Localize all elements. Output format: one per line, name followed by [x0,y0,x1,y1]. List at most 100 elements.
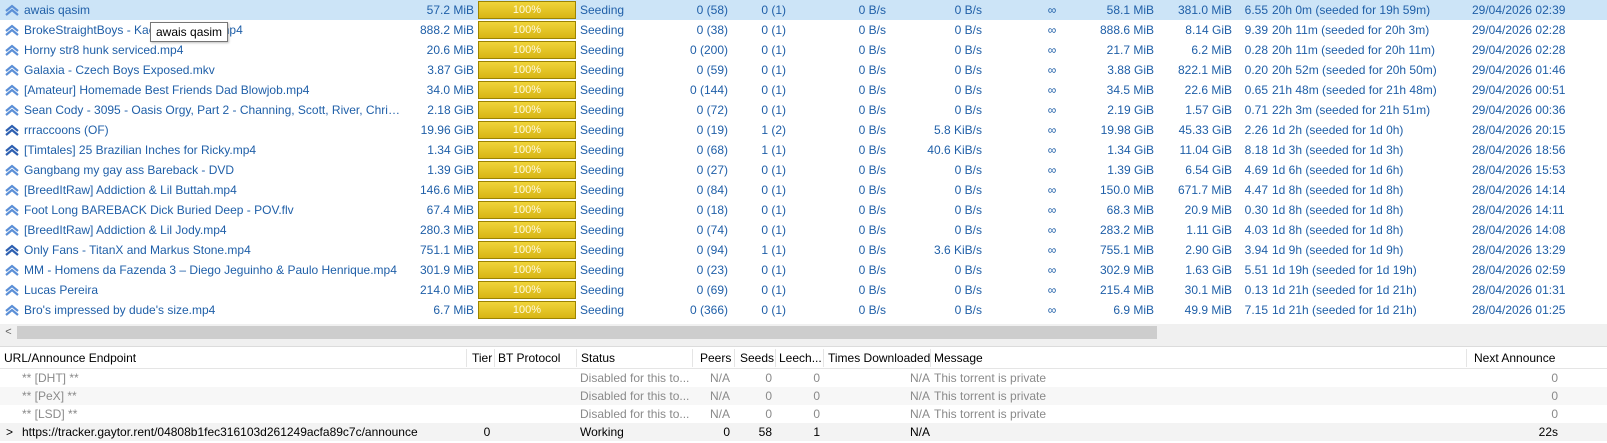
tracker-row[interactable]: > https://tracker.gaytor.rent/04808b1fec3… [0,423,1607,441]
added-on: 29/04/2026 00:51 [1472,83,1566,97]
torrent-row[interactable]: Bro's impressed by dude's size.mp4 6.7 Mi… [0,300,1607,320]
seeding-time: 20h 0m (seeded for 19h 59m) [1272,3,1431,17]
torrent-ratio: 7.15 [1244,303,1268,317]
progress-label: 100% [512,264,542,276]
torrent-seeds: 0 (200) [689,43,728,57]
torrent-row[interactable]: [Timtales] 25 Brazilian Inches for Ricky… [0,140,1607,160]
torrent-eta: ∞ [1047,303,1057,317]
torrent-row[interactable]: awais qasim 57.2 MiB 100% Seeding 0 (58) 0 (1… [0,0,1607,20]
tracker-peers: N/A [709,407,730,421]
tracker-row[interactable]: ** [PeX] ** Disabled for this to... N/A 0 0 N… [0,387,1607,405]
tracker-tier [470,405,504,423]
seeding-time: 21h 48m (seeded for 21h 48m) [1272,83,1437,97]
upload-speed: 3.6 KiB/s [933,243,982,257]
progress-label: 100% [512,244,542,256]
torrent-name: [Timtales] 25 Brazilian Inches for Ricky… [24,143,257,157]
tracker-peers: N/A [709,371,730,385]
tracker-times-downloaded: N/A [909,425,930,439]
added-on: 29/04/2026 00:36 [1472,103,1566,117]
progress-label: 100% [512,284,542,296]
torrent-row[interactable]: Horny str8 hunk serviced.mp4 20.6 MiB 100%… [0,40,1607,60]
download-speed: 0 B/s [858,303,886,317]
torrent-size: 34.0 MiB [426,83,474,97]
torrent-eta: ∞ [1047,163,1057,177]
torrent-uploaded: 822.1 MiB [1177,63,1232,77]
torrent-list[interactable]: awais qasim 57.2 MiB 100% Seeding 0 (58) 0 (1… [0,0,1607,324]
torrent-row[interactable]: Galaxia - Czech Boys Exposed.mkv 3.87 GiB… [0,60,1607,80]
header-peers[interactable]: Peers [700,347,732,369]
tracker-seeds: 0 [765,389,772,403]
header-times-downloaded[interactable]: Times Downloaded [828,347,930,369]
download-speed: 0 B/s [858,203,886,217]
tracker-row[interactable]: ** [LSD] ** Disabled for this to... N/A 0 0 N… [0,405,1607,423]
added-on: 28/04/2026 14:14 [1472,183,1566,197]
torrent-name: [BreedItRaw] Addiction & Lil Buttah.mp4 [24,183,237,197]
torrent-row[interactable]: Only Fans - TitanX and Markus Stone.mp4 7… [0,240,1607,260]
header-next-announce[interactable]: Next Announce [1474,347,1564,369]
scrollbar-thumb[interactable] [17,326,1157,339]
progress-bar: 100% [478,160,576,180]
seeding-up-arrows-icon [4,180,22,200]
horizontal-scrollbar[interactable]: < [0,324,1607,341]
torrent-peers: 0 (1) [761,43,786,57]
tracker-seeds: 0 [765,407,772,421]
upload-speed: 0 B/s [954,223,982,237]
torrent-size: 57.2 MiB [426,3,474,17]
header-message[interactable]: Message [934,347,1454,369]
trackers-panel: URL/Announce Endpoint Tier BT Protocol S… [0,347,1607,443]
header-status[interactable]: Status [581,347,691,369]
torrent-row[interactable]: Foot Long BAREBACK Dick Buried Deep - PO… [0,200,1607,220]
upload-speed: 0 B/s [954,23,982,37]
torrent-seeds: 0 (19) [696,123,728,137]
header-url[interactable]: URL/Announce Endpoint [4,347,464,369]
torrent-row[interactable]: Lucas Pereira 214.0 MiB 100% Seeding 0 (69) 0… [0,280,1607,300]
torrent-downloaded: 1.34 GiB [1107,143,1154,157]
progress-bar: 100% [478,20,576,40]
torrent-row[interactable]: Sean Cody - 3095 - Oasis Orgy, Part 2 - … [0,100,1607,120]
seeding-time: 1d 8h (seeded for 1d 8h) [1272,203,1404,217]
torrent-peers: 0 (1) [761,203,786,217]
torrent-downloaded: 34.5 MiB [1106,83,1154,97]
tracker-times-downloaded: N/A [909,407,930,421]
scroll-left-arrow-icon[interactable]: < [0,324,17,341]
progress-label: 100% [512,84,542,96]
tracker-status: Disabled for this to... [580,371,690,385]
added-on: 28/04/2026 20:15 [1472,123,1566,137]
progress-label: 100% [512,144,542,156]
header-seeds[interactable]: Seeds [740,347,774,369]
torrent-row[interactable]: [BreedItRaw] Addiction & Lil Buttah.mp4 1… [0,180,1607,200]
download-speed: 0 B/s [858,163,886,177]
progress-bar: 100% [478,0,576,20]
progress-bar: 100% [478,240,576,260]
torrent-row[interactable]: rrraccoons (OF) 19.96 GiB 100% Seeding 0 (19… [0,120,1607,140]
torrent-row[interactable]: [Amateur] Homemade Best Friends Dad Blow… [0,80,1607,100]
seeding-time: 1d 2h (seeded for 1d 0h) [1272,123,1404,137]
seeding-up-arrows-icon [4,0,22,20]
header-bt-protocol[interactable]: BT Protocol [498,347,574,369]
seeding-time: 1d 19h (seeded for 1d 19h) [1272,263,1417,277]
tracker-url: ** [LSD] ** [22,407,78,421]
progress-bar: 100% [478,300,576,320]
progress-label: 100% [512,4,542,16]
torrent-row[interactable]: BrokeStraightBoys - Kace Kai White.mp4 88… [0,20,1607,40]
tracker-status: Working [580,425,624,439]
added-on: 28/04/2026 14:11 [1472,203,1565,217]
torrent-uploaded: 22.6 MiB [1184,83,1232,97]
download-speed: 0 B/s [858,263,886,277]
tracker-seeds: 58 [758,425,772,439]
torrent-seeds: 0 (72) [696,103,728,117]
tracker-next-announce: 0 [1551,371,1558,385]
tracker-row[interactable]: ** [DHT] ** Disabled for this to... N/A 0 0 N… [0,369,1607,387]
header-leechers[interactable]: Leech... [779,347,823,369]
added-on: 28/04/2026 02:59 [1472,263,1566,277]
torrent-row[interactable]: [BreedItRaw] Addiction & Lil Jody.mp4 280… [0,220,1607,240]
torrent-peers: 0 (1) [761,23,786,37]
seeding-up-arrows-icon [4,20,22,40]
torrent-peers: 1 (2) [761,123,786,137]
expand-chevron-icon[interactable]: > [6,423,16,441]
torrent-row[interactable]: MM - Homens da Fazenda 3 – Diego Jeguinh… [0,260,1607,280]
added-on: 29/04/2026 01:46 [1472,63,1566,77]
torrent-row[interactable]: Gangbang my gay ass Bareback - DVD 1.39 G… [0,160,1607,180]
progress-bar: 100% [478,140,576,160]
torrent-name: Bro's impressed by dude's size.mp4 [24,303,216,317]
